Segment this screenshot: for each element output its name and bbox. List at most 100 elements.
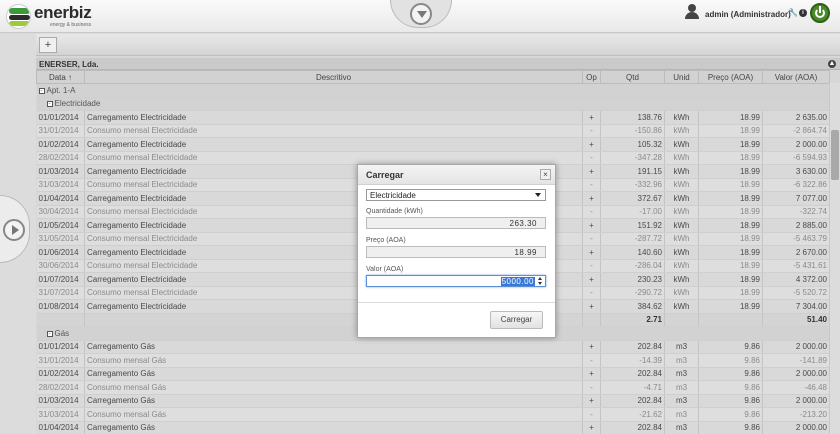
cell-data: 31/03/2014 bbox=[36, 178, 85, 192]
cell-descritivo: Carregamento Electricidade bbox=[84, 137, 583, 152]
table-row[interactable]: 01/01/2014 Carregamento Gás +202.84 m3 9.86 2… bbox=[36, 340, 830, 354]
utility-select[interactable]: Electricidade bbox=[366, 189, 546, 201]
col-header-op[interactable]: Op bbox=[582, 70, 601, 84]
cell-preco: 18.99 bbox=[698, 259, 763, 273]
add-button[interactable]: + bbox=[39, 37, 57, 53]
cell-unid: kWh bbox=[664, 178, 699, 192]
utility-select-value: Electricidade bbox=[370, 191, 416, 200]
cell-op: - bbox=[582, 205, 601, 219]
cell-op: + bbox=[582, 421, 601, 434]
enerbiz-logo[interactable]: enerbiz energy & business bbox=[6, 3, 116, 30]
table-row[interactable]: 28/02/2014 Consumo mensal Electricidade - -… bbox=[36, 151, 830, 165]
cell-data: 01/01/2014 bbox=[36, 340, 85, 354]
group-row-electricidade[interactable]: - Electricidade bbox=[36, 97, 830, 111]
cell-qtd: 202.84 bbox=[600, 367, 665, 381]
total-valor: 51.40 bbox=[762, 313, 830, 327]
valor-value: 5000.00 bbox=[500, 277, 535, 286]
cell-valor: 2 635.00 bbox=[762, 110, 830, 125]
cell-data: 31/07/2014 bbox=[36, 286, 85, 300]
cell-unid: kWh bbox=[664, 259, 699, 273]
col-header-data[interactable]: Data ↑ bbox=[36, 70, 85, 84]
cell-descritivo: Carregamento Electricidade bbox=[84, 110, 583, 125]
cell-unid: m3 bbox=[664, 340, 699, 354]
col-header-preco[interactable]: Preço (AOA) bbox=[698, 70, 763, 84]
cell-preco: 18.99 bbox=[698, 164, 763, 179]
cell-unid: m3 bbox=[664, 380, 699, 395]
total-cell bbox=[664, 313, 699, 327]
cell-qtd: 202.84 bbox=[600, 394, 665, 408]
scrollbar-thumb[interactable] bbox=[831, 130, 839, 180]
logo-tagline: energy & business bbox=[50, 22, 92, 28]
cell-unid: kWh bbox=[664, 110, 699, 125]
cell-unid: kWh bbox=[664, 272, 699, 287]
cell-data: 30/06/2014 bbox=[36, 259, 85, 273]
collapse-toggle-icon[interactable]: - bbox=[46, 101, 53, 108]
cell-preco: 18.99 bbox=[698, 137, 763, 152]
table-row[interactable]: 28/02/2014 Consumo mensal Gás - -4.71 m3 9.86… bbox=[36, 380, 830, 395]
cell-qtd: -17.00 bbox=[600, 205, 665, 219]
cell-data: 30/04/2014 bbox=[36, 205, 85, 219]
cell-valor: -5 463.79 bbox=[762, 232, 830, 246]
valor-input[interactable]: 5000.00 bbox=[366, 275, 546, 287]
table-row[interactable]: 31/03/2014 Consumo mensal Gás - -21.62 m3 9.8… bbox=[36, 407, 830, 422]
col-header-valor[interactable]: Valor (AOA) bbox=[762, 70, 830, 84]
table-row[interactable]: 01/01/2014 Carregamento Electricidade +138… bbox=[36, 110, 830, 125]
collapse-icon[interactable]: ▲ bbox=[828, 60, 836, 68]
side-panel-toggle[interactable] bbox=[0, 195, 30, 263]
cell-op: - bbox=[582, 259, 601, 273]
valor-label: Valor (AOA) bbox=[366, 266, 404, 273]
cell-valor: -141.89 bbox=[762, 353, 830, 368]
preco-label: Preço (AOA) bbox=[366, 237, 406, 244]
cell-descritivo: Consumo mensal Electricidade bbox=[84, 124, 583, 138]
cell-qtd: -347.28 bbox=[600, 151, 665, 165]
cell-qtd: -290.72 bbox=[600, 286, 665, 300]
cell-unid: kWh bbox=[664, 218, 699, 233]
collapse-toggle-icon[interactable]: - bbox=[46, 330, 53, 337]
table-row[interactable]: 01/02/2014 Carregamento Electricidade +105… bbox=[36, 137, 830, 152]
cell-valor: 2 000.00 bbox=[762, 421, 830, 434]
cell-preco: 18.99 bbox=[698, 232, 763, 246]
cell-op: - bbox=[582, 286, 601, 300]
cell-descritivo: Consumo mensal Gás bbox=[84, 380, 583, 395]
top-panel-toggle[interactable] bbox=[390, 0, 452, 28]
close-icon: × bbox=[543, 170, 548, 179]
wrench-icon[interactable]: 🔧 bbox=[788, 9, 798, 17]
cell-valor: 7 077.00 bbox=[762, 191, 830, 206]
cell-preco: 18.99 bbox=[698, 272, 763, 287]
collapse-toggle-icon[interactable]: - bbox=[38, 87, 45, 94]
cell-descritivo: Carregamento Gás bbox=[84, 394, 583, 408]
cell-qtd: 105.32 bbox=[600, 137, 665, 152]
power-logout-button[interactable] bbox=[810, 3, 830, 23]
cell-valor: -46.48 bbox=[762, 380, 830, 395]
col-header-qtd[interactable]: Qtd bbox=[600, 70, 665, 84]
cell-valor: 2 000.00 bbox=[762, 394, 830, 408]
cell-qtd: -287.72 bbox=[600, 232, 665, 246]
cell-valor: 2 000.00 bbox=[762, 340, 830, 354]
cell-preco: 9.86 bbox=[698, 394, 763, 408]
vertical-scrollbar[interactable] bbox=[829, 83, 840, 434]
col-header-descritivo[interactable]: Descritivo bbox=[84, 70, 583, 84]
table-row[interactable]: 31/01/2014 Consumo mensal Electricidade - -… bbox=[36, 124, 830, 138]
table-row[interactable]: 31/01/2014 Consumo mensal Gás - -14.39 m3 9.8… bbox=[36, 353, 830, 368]
table-row[interactable]: 01/02/2014 Carregamento Gás +202.84 m3 9.86 2… bbox=[36, 367, 830, 381]
carregar-submit-button[interactable]: Carregar bbox=[490, 311, 543, 329]
group-row-apartment[interactable]: - Apt. 1-A bbox=[36, 83, 830, 98]
table-row[interactable]: 01/03/2014 Carregamento Gás +202.84 m3 9.86 2… bbox=[36, 394, 830, 408]
logo-text: enerbiz bbox=[34, 3, 92, 22]
cell-op: - bbox=[582, 380, 601, 395]
cell-data: 01/08/2014 bbox=[36, 299, 85, 314]
cell-data: 31/01/2014 bbox=[36, 353, 85, 368]
user-label[interactable]: admin (Administrador) bbox=[705, 10, 791, 19]
cell-preco: 9.86 bbox=[698, 340, 763, 354]
spinner-icon[interactable] bbox=[537, 277, 544, 286]
cell-valor: 7 304.00 bbox=[762, 299, 830, 314]
cell-op: - bbox=[582, 178, 601, 192]
cell-descritivo: Consumo mensal Gás bbox=[84, 353, 583, 368]
cell-preco: 18.99 bbox=[698, 245, 763, 260]
cell-preco: 18.99 bbox=[698, 110, 763, 125]
cell-valor: 4 372.00 bbox=[762, 272, 830, 287]
table-row[interactable]: 01/04/2014 Carregamento Gás +202.84 m3 9.86 2… bbox=[36, 421, 830, 434]
close-button[interactable]: × bbox=[540, 169, 551, 180]
info-icon[interactable]: i bbox=[799, 9, 807, 17]
col-header-unid[interactable]: Unid bbox=[664, 70, 699, 84]
